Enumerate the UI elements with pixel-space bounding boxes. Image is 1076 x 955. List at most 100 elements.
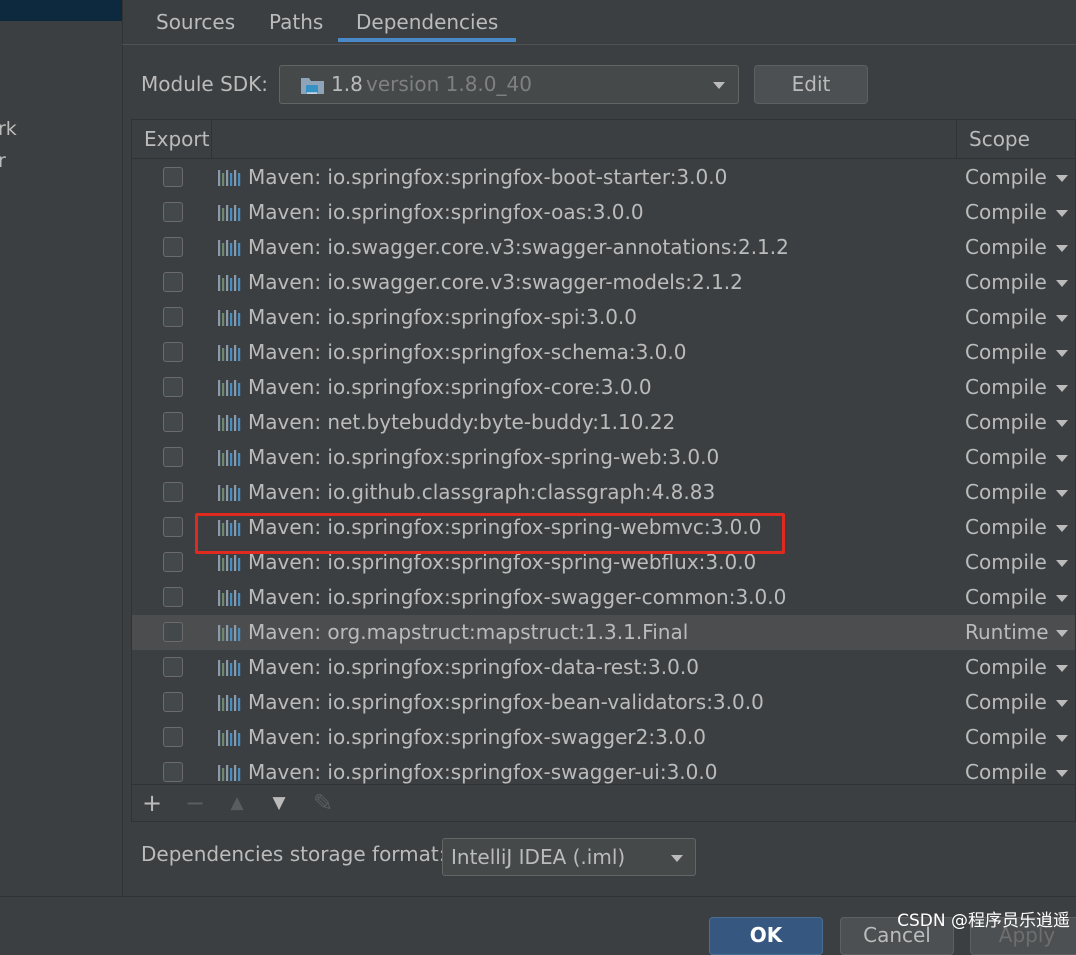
module-sdk-select[interactable]: 1.8 version 1.8.0_40: [279, 65, 739, 104]
chevron-down-icon[interactable]: [1056, 385, 1068, 392]
export-checkbox[interactable]: [163, 237, 183, 257]
chevron-down-icon[interactable]: [1056, 770, 1068, 777]
chevron-down-icon: [671, 855, 683, 862]
tab-paths[interactable]: Paths: [251, 0, 341, 42]
sidebar-selected-item[interactable]: [0, 0, 122, 21]
table-row[interactable]: Maven: io.springfox:springfox-swagger2:3…: [132, 720, 1075, 755]
export-checkbox[interactable]: [163, 762, 183, 782]
scope-select[interactable]: Compile: [965, 440, 1047, 475]
chevron-down-icon[interactable]: [1056, 350, 1068, 357]
table-row[interactable]: Maven: io.springfox:springfox-schema:3.0…: [132, 335, 1075, 370]
chevron-down-icon[interactable]: [1056, 735, 1068, 742]
scope-select[interactable]: Compile: [965, 230, 1047, 265]
scope-select[interactable]: Compile: [965, 580, 1047, 615]
scope-select[interactable]: Compile: [965, 160, 1047, 195]
export-checkbox[interactable]: [163, 202, 183, 222]
dependency-name: Maven: net.bytebuddy:byte-buddy:1.10.22: [248, 410, 676, 434]
table-row[interactable]: Maven: io.springfox:springfox-oas:3.0.0 C…: [132, 195, 1075, 230]
add-icon[interactable]: +: [138, 789, 166, 817]
chevron-down-icon[interactable]: [1056, 175, 1068, 182]
library-icon: [218, 450, 241, 466]
edit-sdk-button[interactable]: Edit: [754, 65, 868, 104]
storage-format-select[interactable]: IntelliJ IDEA (.iml): [442, 838, 696, 876]
sidebar-item[interactable]: rk: [0, 118, 17, 140]
library-icon: [218, 240, 241, 256]
export-checkbox[interactable]: [163, 342, 183, 362]
scope-select[interactable]: Compile: [965, 405, 1047, 440]
library-icon: [218, 765, 241, 781]
remove-icon[interactable]: −: [181, 789, 209, 817]
move-up-icon[interactable]: ▲: [223, 789, 251, 817]
chevron-down-icon[interactable]: [1056, 665, 1068, 672]
tab-sources[interactable]: Sources: [138, 0, 253, 42]
scope-select[interactable]: Compile: [965, 650, 1047, 685]
table-row[interactable]: Maven: io.springfox:springfox-bean-valid…: [132, 685, 1075, 720]
library-icon: [218, 380, 241, 396]
table-row[interactable]: Maven: io.springfox:springfox-boot-start…: [132, 160, 1075, 195]
chevron-down-icon[interactable]: [1056, 315, 1068, 322]
chevron-down-icon[interactable]: [1056, 630, 1068, 637]
scope-select[interactable]: Compile: [965, 510, 1047, 545]
export-checkbox[interactable]: [163, 167, 183, 187]
chevron-down-icon[interactable]: [1056, 595, 1068, 602]
export-checkbox[interactable]: [163, 587, 183, 607]
export-checkbox[interactable]: [163, 657, 183, 677]
ok-button[interactable]: OK: [709, 917, 823, 955]
dependency-name: Maven: io.springfox:springfox-bean-valid…: [248, 690, 764, 714]
export-checkbox[interactable]: [163, 517, 183, 537]
table-row[interactable]: Maven: io.springfox:springfox-core:3.0.0…: [132, 370, 1075, 405]
dependency-name: Maven: io.swagger.core.v3:swagger-annota…: [248, 235, 789, 259]
dependency-name: Maven: org.mapstruct:mapstruct:1.3.1.Fin…: [248, 620, 689, 644]
export-checkbox[interactable]: [163, 622, 183, 642]
library-icon: [218, 555, 241, 571]
chevron-down-icon[interactable]: [1056, 455, 1068, 462]
scope-select[interactable]: Compile: [965, 475, 1047, 510]
export-checkbox[interactable]: [163, 727, 183, 747]
move-down-icon[interactable]: ▼: [265, 789, 293, 817]
dependency-name: Maven: io.springfox:springfox-schema:3.0…: [248, 340, 687, 364]
table-row[interactable]: Maven: io.github.classgraph:classgraph:4…: [132, 475, 1075, 510]
table-row[interactable]: Maven: net.bytebuddy:byte-buddy:1.10.22 C…: [132, 405, 1075, 440]
scope-select[interactable]: Compile: [965, 370, 1047, 405]
scope-column-header[interactable]: Scope: [969, 120, 1030, 158]
scope-select[interactable]: Compile: [965, 545, 1047, 580]
scope-select[interactable]: Runtime: [965, 615, 1049, 650]
chevron-down-icon[interactable]: [1056, 210, 1068, 217]
export-checkbox[interactable]: [163, 307, 183, 327]
chevron-down-icon[interactable]: [1056, 560, 1068, 567]
table-row[interactable]: Maven: io.swagger.core.v3:swagger-models…: [132, 265, 1075, 300]
export-checkbox[interactable]: [163, 447, 183, 467]
table-row[interactable]: Maven: io.swagger.core.v3:swagger-annota…: [132, 230, 1075, 265]
library-icon: [218, 205, 241, 221]
chevron-down-icon[interactable]: [1056, 280, 1068, 287]
tab-dependencies[interactable]: Dependencies: [338, 0, 517, 42]
chevron-down-icon[interactable]: [1056, 420, 1068, 427]
chevron-down-icon[interactable]: [1056, 525, 1068, 532]
table-row[interactable]: Maven: io.springfox:springfox-swagger-co…: [132, 580, 1075, 615]
chevron-down-icon[interactable]: [1056, 700, 1068, 707]
sidebar-item[interactable]: r: [0, 150, 6, 172]
table-row[interactable]: Maven: org.mapstruct:mapstruct:1.3.1.Fin…: [132, 615, 1075, 650]
scope-select[interactable]: Compile: [965, 685, 1047, 720]
library-icon: [218, 695, 241, 711]
scope-select[interactable]: Compile: [965, 720, 1047, 755]
scope-select[interactable]: Compile: [965, 195, 1047, 230]
export-checkbox[interactable]: [163, 272, 183, 292]
edit-pencil-icon[interactable]: ✎: [309, 789, 337, 817]
scope-select[interactable]: Compile: [965, 300, 1047, 335]
scope-select[interactable]: Compile: [965, 335, 1047, 370]
dependency-name: Maven: io.github.classgraph:classgraph:4…: [248, 480, 716, 504]
chevron-down-icon[interactable]: [1056, 245, 1068, 252]
dependency-name: Maven: io.springfox:springfox-spring-web…: [248, 445, 720, 469]
scope-select[interactable]: Compile: [965, 265, 1047, 300]
table-row[interactable]: Maven: io.springfox:springfox-data-rest:…: [132, 650, 1075, 685]
export-checkbox[interactable]: [163, 412, 183, 432]
table-row[interactable]: Maven: io.springfox:springfox-spi:3.0.0 C…: [132, 300, 1075, 335]
export-checkbox[interactable]: [163, 377, 183, 397]
export-checkbox[interactable]: [163, 692, 183, 712]
export-column-header[interactable]: Export: [144, 120, 209, 158]
export-checkbox[interactable]: [163, 552, 183, 572]
chevron-down-icon[interactable]: [1056, 490, 1068, 497]
export-checkbox[interactable]: [163, 482, 183, 502]
table-row[interactable]: Maven: io.springfox:springfox-spring-web…: [132, 440, 1075, 475]
